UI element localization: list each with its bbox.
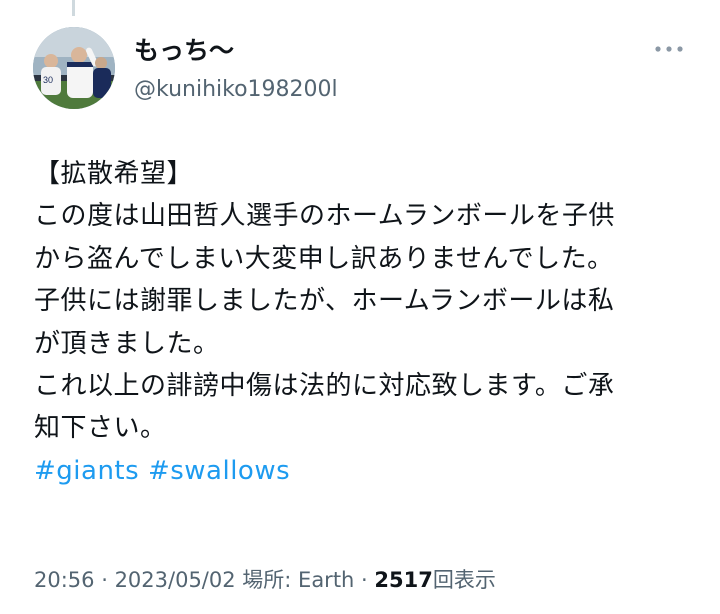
avatar[interactable]: 30 [33, 27, 115, 109]
tweet-text-line: 子供には謝罪しましたが、ホームランボールは私 [34, 286, 615, 317]
tweet-text-line: が頂きました。 [34, 328, 220, 359]
hashtag-link-swallows[interactable]: #swallows [148, 456, 290, 486]
tweet-text-line: これ以上の誹謗中傷は法的に対応致します。ご承 [34, 370, 615, 401]
separator-dot: · [354, 568, 375, 592]
tweet-text: 【拡散希望】 この度は山田哲人選手のホームランボールを子供 から盗んでしまい大変… [34, 153, 704, 492]
tweet-time[interactable]: 20:56 [34, 568, 95, 592]
separator-dot: · [94, 568, 115, 592]
display-name[interactable]: もっち〜 [134, 36, 234, 66]
view-count-label: 回表示 [432, 568, 496, 592]
tweet-date[interactable]: 2023/05/02 [115, 568, 236, 592]
tweet-text-line: から盗んでしまい大変申し訳ありませんでした。 [34, 243, 614, 274]
tweet-text-line: この度は山田哲人選手のホームランボールを子供 [34, 201, 615, 232]
user-handle[interactable]: @kunihiko198200l [134, 76, 338, 104]
tweet-text-line: 【拡散希望】 [34, 159, 194, 189]
hashtag-link-giants[interactable]: #giants [34, 456, 139, 486]
view-count: 2517 [374, 568, 433, 592]
tweet-metadata: 20:56 · 2023/05/02 場所: Earth · 2517回表示 [34, 565, 496, 595]
svg-text:30: 30 [43, 75, 53, 85]
tweet-text-line: 知下さい。 [34, 413, 167, 444]
thread-connector-line [72, 0, 75, 16]
hashtag-row: #giants #swallows [34, 450, 704, 492]
more-horizontal-icon[interactable] [650, 34, 690, 64]
tweet-location: 場所: Earth [242, 568, 355, 592]
